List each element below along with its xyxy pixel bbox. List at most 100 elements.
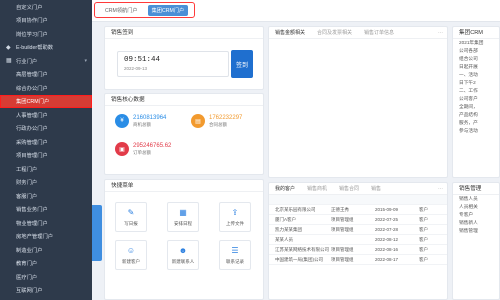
sidebar-item-label: 行政办公门户 — [16, 126, 48, 133]
sidebar-item[interactable]: 项目管理门户 — [0, 149, 92, 163]
sales-management-title: 销售管理 — [453, 183, 499, 195]
sidebar-item[interactable]: 综合办公门户 — [0, 81, 92, 95]
current-date: 2022-09-13 — [124, 66, 148, 71]
sidebar-item-label: E-builder帮助数 — [16, 45, 54, 52]
news-line: 服务，产 — [459, 120, 478, 125]
table-row[interactable]: 中国建筑一局(集团)公司 项目管理组 2022-08-17 客户 — [269, 255, 447, 265]
table-row[interactable]: 厦门A客户 项目管理组 2022-07-25 客户 — [269, 215, 447, 225]
sidebar-item-label: 项目管理门户 — [16, 153, 48, 160]
sidebar-item[interactable]: 人事管理门户 — [0, 108, 92, 122]
order-icon: ▣ — [115, 142, 129, 156]
news-line: 一、活动 — [459, 72, 478, 77]
tab-opportunities[interactable]: 销售商机 — [301, 185, 333, 192]
customer-table: 北京某乐园有限公司 正德王秀 2015-09-09 客户 厦门A客户 项目管理组 2022-… — [269, 205, 447, 265]
news-line: 公司客户 — [459, 96, 478, 101]
list-item[interactable]: 人员相关 — [453, 203, 499, 211]
sidebar-item[interactable]: 房地产管理门户 — [0, 230, 92, 244]
more-icon[interactable]: ⋯ — [438, 186, 447, 192]
core-data-title: 销售核心数据 — [105, 94, 263, 106]
table-row[interactable]: 凯力某某集团 项目管理组 2022-07-28 客户 — [269, 225, 447, 235]
shortcut-contact-record[interactable]: ☰ 联系记录 — [219, 240, 251, 270]
sales-management-panel: 销售管理 销售人员 人员相关 专客户 销售新人 销售管理 — [452, 182, 500, 300]
table-cell: 客户 — [419, 216, 428, 222]
sidebar-item[interactable]: 行政办公门户 — [0, 122, 92, 136]
tab-my-customers[interactable]: 我的客户 — [269, 185, 301, 192]
tab-contract-invoice[interactable]: 合同及发票相关 — [311, 29, 358, 36]
sidebar-item-label: 自定义门户 — [16, 4, 43, 11]
more-icon[interactable]: ⋯ — [438, 30, 447, 36]
time-display: 09:51:44 2022-09-13 — [117, 51, 229, 77]
sidebar-item[interactable]: 销售业务门户 — [0, 203, 92, 217]
tab-bar: CRM领航门户 集团CRM门户 — [92, 0, 500, 22]
list-item[interactable]: 销售人员 — [453, 195, 499, 203]
tab-crm-pilot[interactable]: CRM领航门户 — [101, 5, 142, 16]
metric-contract: ▤ 1762232297 合同总额 — [191, 114, 242, 128]
shortcut-upload[interactable]: ⇪ 上传文件 — [219, 202, 251, 232]
table-cell: 正德王秀 — [331, 206, 349, 212]
sidebar-item-label: 采购管理门户 — [16, 139, 48, 146]
sales-info-tabs: 销售金额相关 合同及发票相关 销售订单信息 ⋯ — [269, 27, 447, 39]
sidebar-item-label: 物业管理门户 — [16, 220, 48, 227]
table-row[interactable]: 北京某乐园有限公司 正德王秀 2015-09-09 客户 — [269, 205, 447, 215]
sidebar-item[interactable]: 互联网门户 — [0, 284, 92, 298]
table-cell: 2022-07-28 — [375, 227, 399, 232]
sidebar-item[interactable]: 集团CRM门户 — [0, 94, 92, 108]
sidebar-item[interactable]: 自定义门户 — [0, 0, 92, 14]
customer-tabs: 我的客户 销售商机 销售合同 销售 ⋯ — [269, 183, 447, 195]
sidebar-item[interactable]: 项目协作门户 — [0, 14, 92, 28]
news-panel: 集团CRM 2021年集团 公司各部 组合公司 日起开展 一、活动 日下午2 二、工作 公司客… — [452, 26, 500, 178]
sidebar-item-label: 岗位学习门户 — [16, 31, 48, 38]
sidebar-menu: 自定义门户项目协作门户岗位学习门户 ◆ E-builder帮助数 ▦ 行业门户 ▾ 高层管理… — [0, 0, 92, 297]
sidebar-item-label: 房地产管理门户 — [16, 234, 54, 241]
shortcut-label: 写日报 — [124, 220, 138, 226]
news-line: 日下午2 — [459, 80, 476, 85]
sidebar-item[interactable]: 教育门户 — [0, 257, 92, 271]
news-content: 2021年集团 公司各部 组合公司 日起开展 一、活动 日下午2 二、工作 公司客户 全期间， 产… — [453, 39, 499, 135]
sidebar-item[interactable]: 高层管理门户 — [0, 68, 92, 82]
table-row[interactable]: 某某人员 2022-08-12 客户 — [269, 235, 447, 245]
sidebar-item[interactable]: 工程门户 — [0, 162, 92, 176]
current-time: 09:51:44 — [124, 56, 161, 64]
list-item[interactable]: 专客户 — [453, 211, 499, 219]
sidebar-item[interactable]: 物业管理门户 — [0, 216, 92, 230]
tab-sales[interactable]: 销售 — [365, 185, 387, 192]
tab-sales-amount[interactable]: 销售金额相关 — [269, 29, 311, 36]
shortcut-new-contact[interactable]: ☻ 新建联系人 — [167, 240, 199, 270]
table-cell: 凯力某某集团 — [275, 226, 302, 232]
list-item[interactable]: 销售管理 — [453, 227, 499, 235]
coin-icon: ¥ — [115, 114, 129, 128]
table-row[interactable]: 江苏某某网络技术有限公司 项目管理组 2022-08-16 客户 — [269, 245, 447, 255]
upload-icon: ⇪ — [231, 207, 239, 217]
tab-sales-orders[interactable]: 销售订单信息 — [358, 29, 400, 36]
grid-icon: ▦ — [6, 58, 12, 65]
sidebar-item[interactable]: 财务门户 — [0, 176, 92, 190]
side-drawer-handle[interactable] — [92, 205, 102, 261]
sidebar-item-label: 人事管理门户 — [16, 112, 48, 119]
table-cell: 客户 — [419, 246, 428, 252]
shortcut-schedule[interactable]: ▦ 安排日程 — [167, 202, 199, 232]
tab-contracts[interactable]: 销售合同 — [333, 185, 365, 192]
checkin-button[interactable]: 签到 — [231, 50, 253, 78]
shortcut-label: 联系记录 — [226, 258, 244, 264]
sidebar-item[interactable]: 医疗门户 — [0, 270, 92, 284]
sidebar: 自定义门户项目协作门户岗位学习门户 ◆ E-builder帮助数 ▦ 行业门户 ▾ 高层管理… — [0, 0, 92, 300]
sidebar-item[interactable]: 制造业门户 — [0, 243, 92, 257]
shortcut-write-report[interactable]: ✎ 写日报 — [115, 202, 147, 232]
news-title: 集团CRM — [453, 27, 499, 39]
news-line: 二、工作 — [459, 88, 478, 93]
list-item[interactable]: 销售新人 — [453, 219, 499, 227]
sidebar-item[interactable]: 岗位学习门户 — [0, 27, 92, 41]
sidebar-item[interactable]: 客服门户 — [0, 189, 92, 203]
tab-group-crm[interactable]: 集团CRM门户 — [147, 4, 189, 16]
news-line: 产品结构 — [459, 112, 478, 117]
shortcut-new-customer[interactable]: ☺ 新建客户 — [115, 240, 147, 270]
customers-panel: 我的客户 销售商机 销售合同 销售 ⋯ 北京某乐园有限公司 正德王秀 2015-09… — [268, 182, 448, 300]
sidebar-item[interactable]: 采购管理门户 — [0, 135, 92, 149]
sidebar-item[interactable]: ▦ 行业门户 ▾ — [0, 54, 92, 68]
add-customer-icon: ☺ — [126, 245, 136, 255]
sidebar-item-label: 制造业门户 — [16, 247, 43, 254]
sidebar-item[interactable]: ◆ E-builder帮助数 — [0, 41, 92, 55]
table-cell: 某某人员 — [275, 236, 293, 242]
shortcut-label: 安排日程 — [174, 220, 192, 226]
edit-icon: ✎ — [127, 207, 135, 217]
